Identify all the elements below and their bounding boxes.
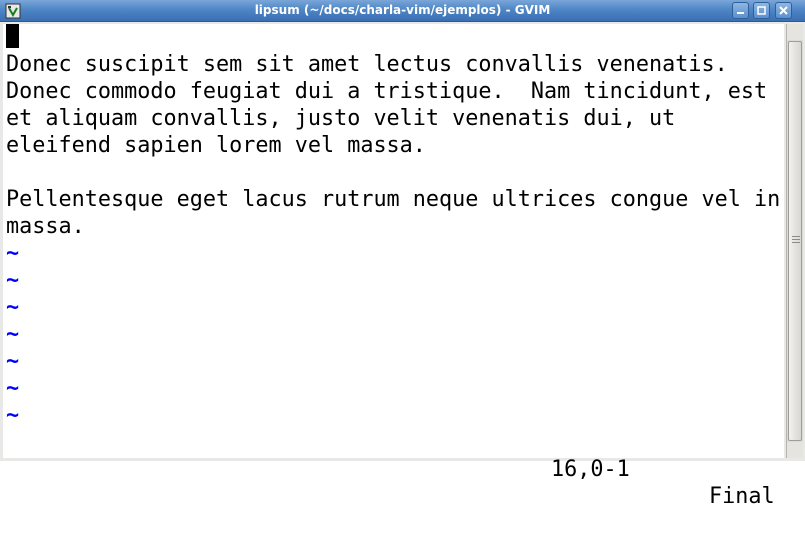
grip-line bbox=[792, 239, 800, 240]
maximize-button[interactable] bbox=[753, 2, 770, 19]
empty-line-tilde: ~ bbox=[6, 322, 20, 347]
editor-line: et aliquam convallis, justo velit venena… bbox=[6, 106, 676, 131]
grip-line bbox=[792, 236, 800, 237]
editor-line: Donec commodo feugiat dui a tristique. N… bbox=[6, 79, 768, 104]
cursor-ruler: 16,0-1 bbox=[551, 457, 630, 482]
empty-line-tilde: ~ bbox=[6, 403, 20, 428]
editor-line: Pellentesque eget lacus rutrum neque ult… bbox=[6, 187, 781, 212]
scroll-up-button[interactable] bbox=[787, 24, 803, 40]
window-title: lipsum (~/docs/charla-vim/ejemplos) - GV… bbox=[254, 3, 551, 17]
status-line: 16,0-1 Final bbox=[3, 429, 784, 509]
scroll-down-button[interactable] bbox=[787, 442, 803, 458]
minimize-icon bbox=[737, 12, 744, 14]
grip-line bbox=[792, 242, 800, 243]
close-icon bbox=[779, 6, 788, 15]
empty-line-tilde: ~ bbox=[6, 349, 20, 374]
vertical-scrollbar[interactable] bbox=[786, 24, 803, 458]
scrollbar-thumb[interactable] bbox=[788, 41, 802, 441]
maximize-icon bbox=[757, 6, 766, 15]
minimize-button[interactable] bbox=[732, 2, 749, 19]
empty-line-tilde: ~ bbox=[6, 295, 20, 320]
editor-line: eleifend sapien lorem vel massa. bbox=[6, 133, 426, 158]
window-titlebar[interactable]: lipsum (~/docs/charla-vim/ejemplos) - GV… bbox=[0, 0, 805, 22]
editor-line: Donec suscipit sem sit amet lectus conva… bbox=[6, 52, 728, 77]
editor-area[interactable]: Donec suscipit sem sit amet lectus conva… bbox=[3, 24, 784, 509]
empty-line-tilde: ~ bbox=[6, 241, 20, 266]
empty-line-tilde: ~ bbox=[6, 268, 20, 293]
editor-line: massa. bbox=[6, 214, 85, 239]
editor-line bbox=[3, 24, 784, 51]
text-cursor bbox=[6, 24, 19, 48]
close-button[interactable] bbox=[775, 2, 792, 19]
empty-line-tilde: ~ bbox=[6, 376, 20, 401]
file-position: Final bbox=[709, 484, 775, 509]
